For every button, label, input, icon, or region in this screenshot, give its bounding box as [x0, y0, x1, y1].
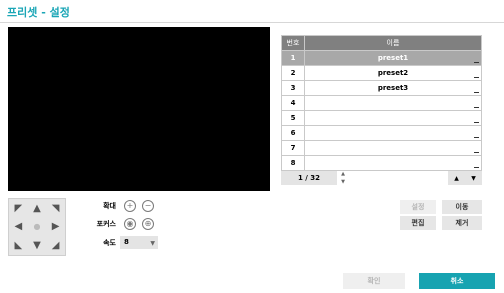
row-number: 8 [281, 155, 305, 171]
row-number: 3 [281, 80, 305, 96]
arrow-down-icon[interactable]: ▼ [28, 236, 47, 255]
row-name[interactable] [304, 110, 482, 126]
focus-label: 포커스 [96, 220, 116, 228]
row-number: 5 [281, 110, 305, 126]
row-number: 2 [281, 65, 305, 81]
edit-cursor-icon [474, 122, 479, 123]
page-spinner[interactable]: ▲ ▼ [339, 170, 347, 186]
edit-cursor-icon [474, 152, 479, 153]
table-row[interactable]: 7 [281, 140, 482, 156]
speed-value: 8 [124, 238, 129, 246]
focus-far-icon[interactable]: ⊕ [142, 218, 154, 230]
zoom-label: 확대 [103, 202, 116, 210]
row-number: 7 [281, 140, 305, 156]
dialog-title: 프리셋 - 설정 [7, 6, 70, 19]
table-row[interactable]: 2 preset2 [281, 65, 482, 81]
set-button[interactable]: 설정 [400, 200, 436, 214]
table-row[interactable]: 4 [281, 95, 482, 111]
edit-cursor-icon [474, 167, 479, 168]
spinner-up-icon[interactable]: ▲ [339, 170, 347, 178]
table-row[interactable]: 3 preset3 [281, 80, 482, 96]
camera-preview [8, 27, 270, 191]
column-header-name: 이름 [304, 35, 482, 51]
scroll-up-icon[interactable]: ▲ [454, 175, 459, 182]
zoom-in-icon[interactable]: + [124, 200, 136, 212]
edit-cursor-icon [474, 137, 479, 138]
row-name-text: preset2 [377, 69, 409, 77]
row-name[interactable] [304, 140, 482, 156]
arrow-left-icon[interactable]: ◀ [9, 218, 28, 237]
table-row[interactable]: 8 [281, 155, 482, 171]
row-number: 4 [281, 95, 305, 111]
arrow-up-icon[interactable]: ▲ [28, 199, 47, 218]
arrow-up-right-icon[interactable]: ◥ [46, 199, 65, 218]
row-name[interactable]: preset3 [304, 80, 482, 96]
cancel-button[interactable]: 취소 [419, 273, 495, 289]
remove-button[interactable]: 제거 [442, 216, 482, 230]
column-header-number: 번호 [281, 35, 305, 51]
zoom-out-icon[interactable]: − [142, 200, 154, 212]
arrow-right-icon[interactable]: ▶ [46, 218, 65, 237]
table-row[interactable]: 1 preset1 [281, 50, 482, 66]
row-name-text: preset1 [377, 54, 409, 62]
edit-cursor-icon [474, 62, 479, 63]
row-name[interactable] [304, 155, 482, 171]
row-number: 6 [281, 125, 305, 141]
chevron-down-icon: ▼ [150, 240, 155, 247]
row-name[interactable] [304, 95, 482, 111]
spinner-down-icon[interactable]: ▼ [339, 178, 347, 186]
row-name[interactable] [304, 125, 482, 141]
edit-cursor-icon [474, 77, 479, 78]
ptz-direction-pad: ◤ ▲ ◥ ◀ ● ▶ ◣ ▼ ◢ [8, 198, 66, 256]
speed-label: 속도 [103, 239, 116, 247]
scroll-down-icon[interactable]: ▼ [471, 175, 476, 182]
dialog-titlebar: 프리셋 - 설정 [0, 0, 504, 22]
row-name[interactable]: preset1 [304, 50, 482, 66]
edit-cursor-icon [474, 92, 479, 93]
row-number: 1 [281, 50, 305, 66]
row-name-text: preset3 [377, 84, 409, 92]
table-row[interactable]: 6 [281, 125, 482, 141]
move-button[interactable]: 이동 [442, 200, 482, 214]
page-indicator: 1 / 32 [281, 171, 337, 185]
table-row[interactable]: 5 [281, 110, 482, 126]
row-name[interactable]: preset2 [304, 65, 482, 81]
arrow-down-left-icon[interactable]: ◣ [9, 236, 28, 255]
arrow-down-right-icon[interactable]: ◢ [46, 236, 65, 255]
center-dot-icon: ● [33, 222, 41, 232]
edit-button[interactable]: 편집 [400, 216, 436, 230]
preset-table: 번호 이름 1 preset1 2 preset2 3 preset3 4 5 … [281, 35, 482, 171]
scroll-buttons: ▲ ▼ [448, 171, 482, 185]
speed-select[interactable]: 8 ▼ [120, 236, 158, 249]
edit-cursor-icon [474, 107, 479, 108]
ok-button[interactable]: 확인 [343, 273, 405, 289]
table-header-row: 번호 이름 [281, 35, 482, 51]
title-divider [0, 22, 504, 23]
arrow-up-left-icon[interactable]: ◤ [9, 199, 28, 218]
focus-near-icon[interactable]: ◉ [124, 218, 136, 230]
